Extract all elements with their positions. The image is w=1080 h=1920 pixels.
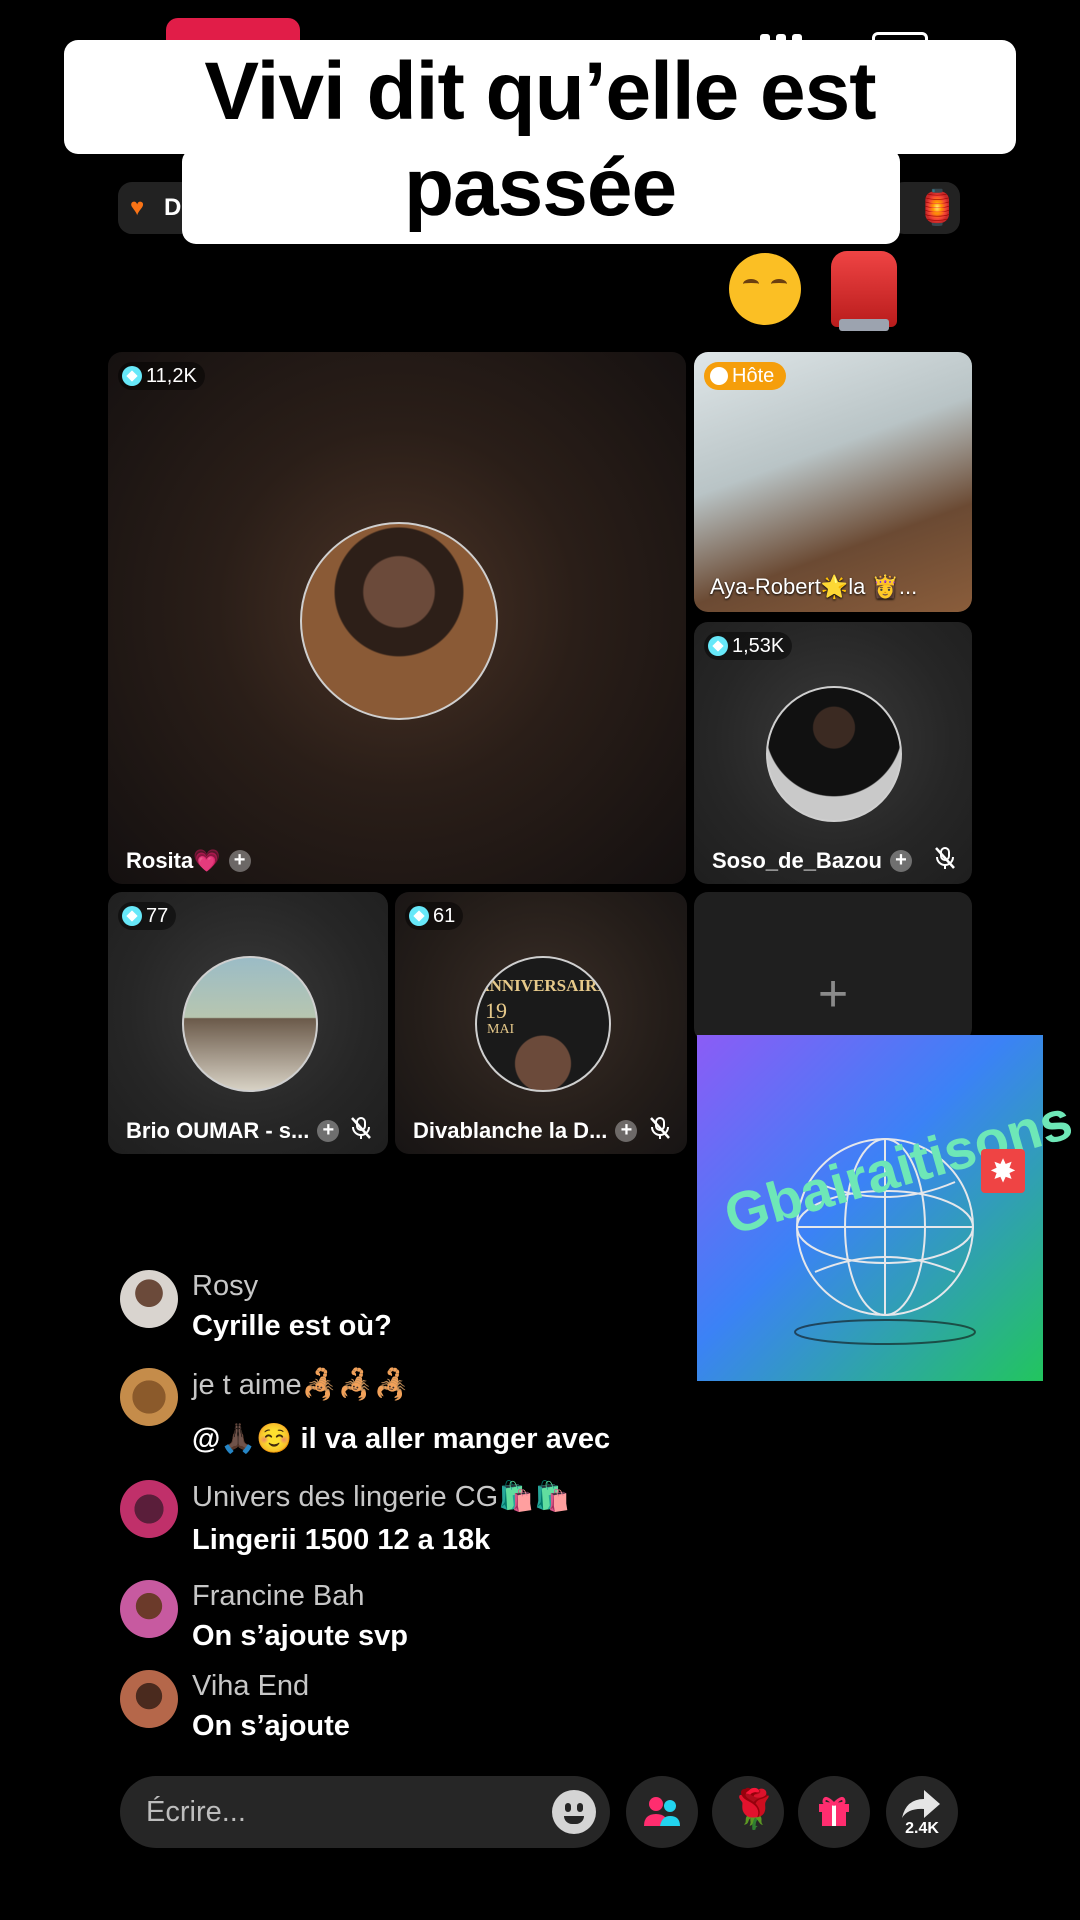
- comment-input[interactable]: Écrire...: [120, 1776, 610, 1848]
- host-badge: Hôte: [704, 362, 787, 390]
- avatar: [182, 956, 318, 1092]
- caption-line-2: à autre chose: [64, 236, 1016, 332]
- request-seat-tile[interactable]: +: [694, 892, 972, 1042]
- gem-icon: [122, 366, 142, 386]
- chat-message[interactable]: Francine Bah On s’ajoute svp: [120, 1580, 680, 1660]
- host-badge-label: Hôte: [732, 365, 775, 387]
- avatar: ANNIVERSAIRE 19 MAI: [475, 956, 611, 1092]
- rose-icon: 🌹: [730, 1789, 778, 1831]
- viewer-count: 77: [146, 905, 169, 927]
- viewer-count: 11,2K: [146, 365, 197, 387]
- chat-text: @🙏🏿☺️ il va aller manger avec: [192, 1423, 611, 1455]
- viewer-count: 61: [433, 905, 456, 927]
- guest-name-row: Brio OUMAR - s... +: [126, 1118, 340, 1144]
- chat-avatar: [120, 1480, 178, 1538]
- gift-button[interactable]: [798, 1776, 870, 1848]
- chat-avatar: [120, 1270, 178, 1328]
- share-button[interactable]: 2.4K: [886, 1776, 958, 1848]
- comment-placeholder: Écrire...: [146, 1796, 246, 1828]
- viewer-badge: 77: [118, 902, 177, 930]
- chat-text: On s’ajoute: [192, 1710, 350, 1742]
- follow-plus-icon[interactable]: +: [889, 850, 912, 872]
- multi-guest-button[interactable]: [626, 1776, 698, 1848]
- emoji-icon[interactable]: [552, 1790, 596, 1834]
- avatar: [766, 686, 902, 822]
- viewer-badge: 11,2K: [118, 362, 205, 390]
- avatar-month: MAI: [487, 1022, 515, 1037]
- promo-overlay: Gbairaitisons ✸: [697, 1035, 1079, 1381]
- avatar-day: 19: [485, 998, 507, 1023]
- host-icon: [710, 367, 728, 385]
- chat-text: Cyrille est où?: [192, 1310, 392, 1342]
- host-tile[interactable]: Hôte Aya-Robert🌟la 👸...: [694, 352, 972, 612]
- guest-name-row: Soso_de_Bazou +: [712, 848, 912, 874]
- guest-tile-main[interactable]: 11,2K Rosita💗 +: [108, 352, 686, 884]
- guest-name: Soso_de_Bazou: [712, 848, 882, 873]
- viewer-count: 1,53K: [732, 635, 785, 657]
- follow-plus-icon[interactable]: +: [615, 1120, 638, 1142]
- add-seat-plus-icon: +: [817, 965, 849, 1023]
- guest-name-row: Divablanche la D... +: [413, 1118, 638, 1144]
- chat-message[interactable]: Univers des lingerie CG🛍️🛍️ Lingerii 150…: [120, 1480, 680, 1566]
- guest-name: Brio OUMAR - s...: [126, 1118, 310, 1143]
- relieved-face-icon: [728, 253, 801, 326]
- people-icon: [644, 1797, 680, 1826]
- follow-plus-icon[interactable]: +: [317, 1120, 340, 1142]
- guest-tile-diva[interactable]: 61 ANNIVERSAIRE 19 MAI Divablanche la D.…: [395, 892, 687, 1154]
- rose-gift-button[interactable]: 🌹: [712, 1776, 784, 1848]
- viewer-badge: 61: [405, 902, 464, 930]
- host-name: Aya-Robert🌟la 👸...: [710, 574, 918, 599]
- mic-muted-icon: [935, 847, 955, 869]
- avatar-banner: ANNIVERSAIRE: [477, 976, 609, 995]
- chat-avatar: [120, 1670, 178, 1728]
- chat-text: Lingerii 1500 12 a 18k: [192, 1524, 491, 1556]
- share-count: 2.4K: [905, 1820, 939, 1837]
- chat-avatar: [120, 1368, 178, 1426]
- chat-username: Viha End: [192, 1670, 310, 1702]
- follow-plus-icon[interactable]: +: [228, 850, 251, 872]
- chat-username: Univers des lingerie CG🛍️🛍️: [192, 1481, 571, 1513]
- gift-icon: [819, 1797, 849, 1826]
- chat-username: Rosy: [192, 1270, 259, 1302]
- guest-name: Divablanche la D...: [413, 1118, 608, 1143]
- host-name-row: Aya-Robert🌟la 👸...: [710, 574, 917, 600]
- viewer-badge: 1,53K: [704, 632, 793, 660]
- mic-muted-icon: [351, 1117, 371, 1139]
- chat-message[interactable]: Viha End On s’ajoute: [120, 1670, 680, 1750]
- avatar: [300, 522, 498, 720]
- chat-username: Francine Bah: [192, 1580, 365, 1612]
- chat-message[interactable]: Rosy Cyrille est où?: [120, 1270, 680, 1350]
- caption: Vivi dit qu’elle est passée à autre chos…: [64, 44, 1016, 332]
- chat-username: je t aime🦂🦂🦂: [192, 1369, 410, 1401]
- mic-muted-icon: [650, 1117, 670, 1139]
- caption-line-1: Vivi dit qu’elle est passée: [204, 46, 876, 233]
- police-siren-icon: [830, 251, 897, 332]
- chat-avatar: [120, 1580, 178, 1638]
- guest-name: Rosita💗: [126, 848, 221, 873]
- guest-name-row: Rosita💗 +: [126, 848, 251, 874]
- guest-tile-brio[interactable]: 77 Brio OUMAR - s... +: [108, 892, 388, 1154]
- chat-text: On s’ajoute svp: [192, 1620, 408, 1652]
- star-flag-icon: ✸: [981, 1149, 1025, 1193]
- gem-icon: [409, 906, 429, 926]
- guest-tile-soso[interactable]: 1,53K Soso_de_Bazou +: [694, 622, 972, 884]
- chat-message[interactable]: je t aime🦂🦂🦂 @🙏🏿☺️ il va aller manger av…: [120, 1368, 680, 1468]
- gem-icon: [122, 906, 142, 926]
- gem-icon: [708, 636, 728, 656]
- caption-line-2-text: à autre chose: [183, 238, 700, 329]
- share-arrow-icon: [902, 1790, 940, 1818]
